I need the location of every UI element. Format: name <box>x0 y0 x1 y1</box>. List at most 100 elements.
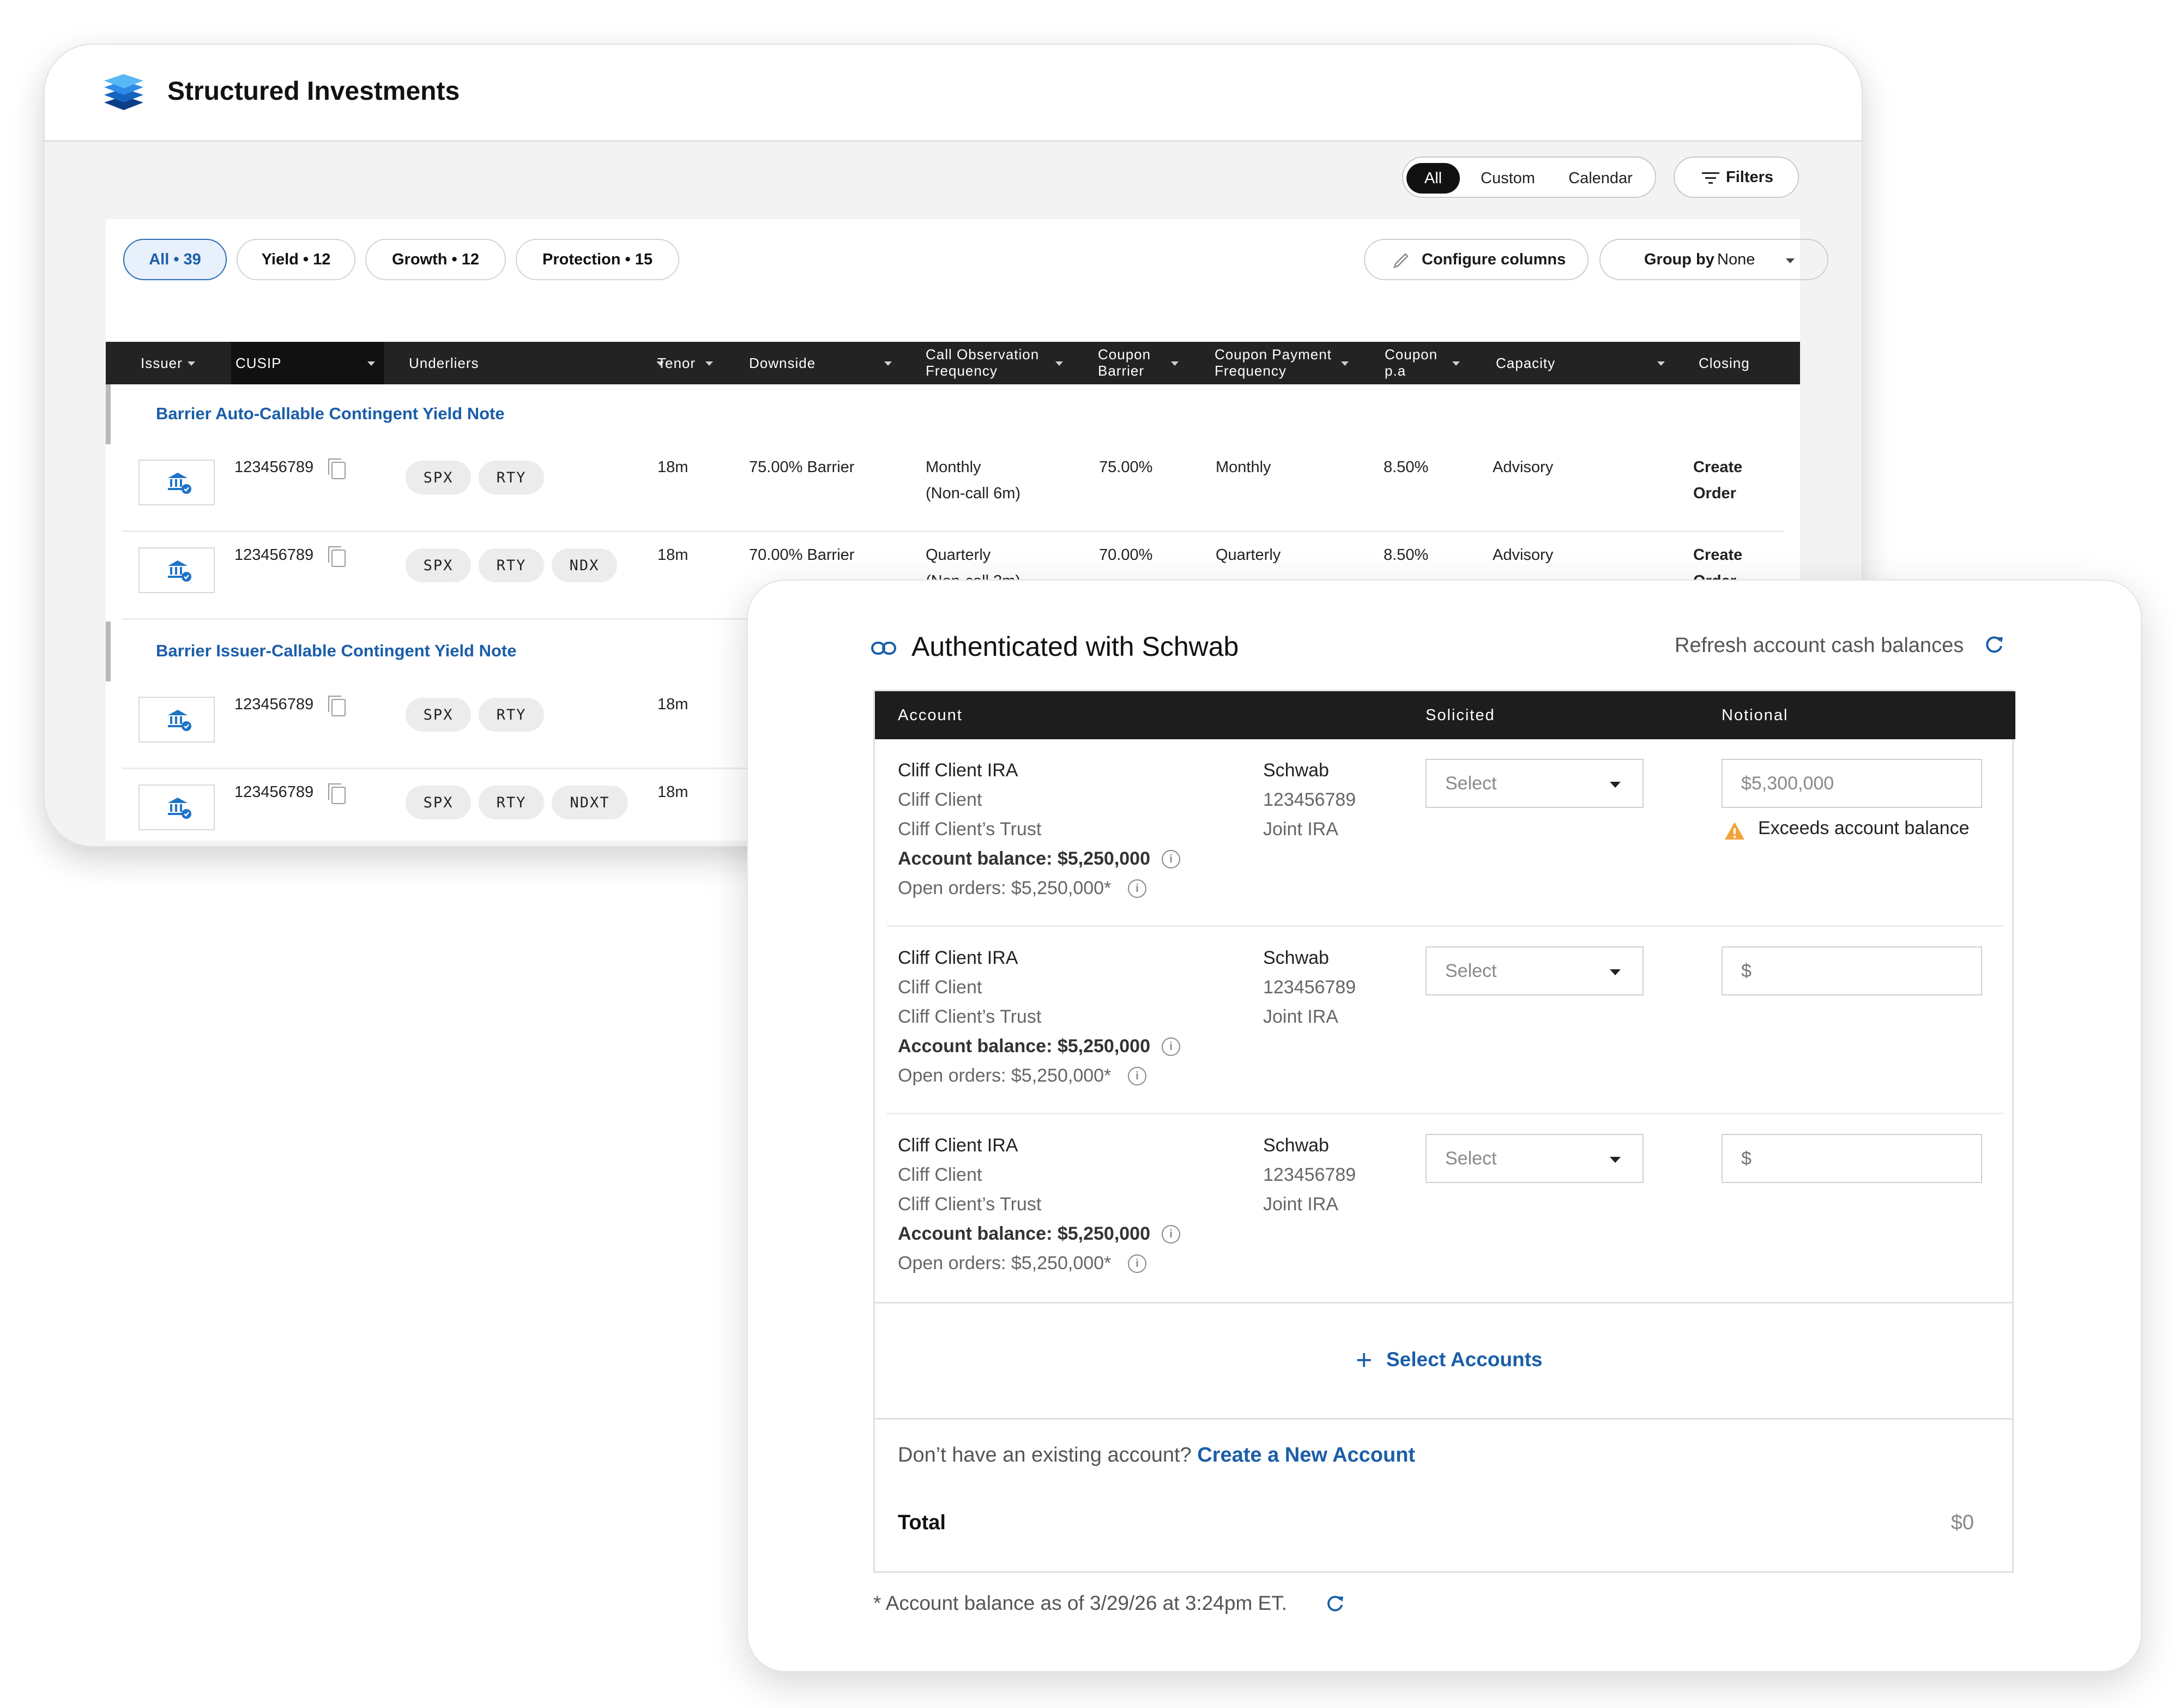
filter-icon <box>1702 172 1719 184</box>
info-icon[interactable]: i <box>1162 850 1180 868</box>
solicited-select[interactable]: Select <box>1426 946 1644 995</box>
underlier-pill: RTY <box>479 548 544 582</box>
sort-caret-icon[interactable] <box>1341 361 1349 366</box>
underlier-pill: RTY <box>479 786 544 819</box>
info-icon[interactable]: i <box>1128 1254 1146 1273</box>
account-number: 123456789 <box>1263 977 1356 998</box>
chip-yield[interactable]: Yield • 12 <box>237 239 355 280</box>
coupon-pa: 8.50% <box>1384 458 1429 476</box>
capacity: Advisory <box>1493 458 1554 476</box>
group-title: Barrier Issuer-Callable Contingent Yield… <box>156 641 517 660</box>
col-underliers[interactable]: Underliers <box>409 355 479 371</box>
custodian: Schwab <box>1263 1135 1329 1156</box>
chevron-down-icon <box>1610 969 1621 975</box>
view-custom-tab[interactable]: Custom <box>1470 163 1546 194</box>
col-downside[interactable]: Downside <box>749 355 816 371</box>
sort-caret-icon[interactable] <box>1171 361 1179 366</box>
info-icon[interactable]: i <box>1128 1067 1146 1085</box>
coupon-barrier: 70.00% <box>1099 546 1153 564</box>
solicited-select[interactable]: Select <box>1426 1134 1644 1183</box>
col-coupon-barrier[interactable]: Coupon Barrier <box>1098 346 1151 379</box>
view-calendar-tab[interactable]: Calendar <box>1557 163 1644 194</box>
account-balance: Account balance: $5,250,000 <box>898 848 1151 869</box>
account-number: 123456789 <box>1263 1164 1356 1185</box>
sort-caret-icon[interactable] <box>367 361 375 366</box>
sort-caret-icon[interactable] <box>188 361 195 366</box>
group-by-dropdown[interactable]: Group by None <box>1599 239 1828 280</box>
col-cusip[interactable]: CUSIP <box>235 355 281 371</box>
info-icon[interactable]: i <box>1128 879 1146 898</box>
select-accounts-button[interactable]: + Select Accounts <box>875 1302 2012 1420</box>
info-icon[interactable]: i <box>1162 1037 1180 1056</box>
call-observation: Monthly (Non-call 6m) <box>926 458 1021 502</box>
notional-input[interactable] <box>1722 1134 1982 1183</box>
col-coupon-pa[interactable]: Coupon p.a <box>1385 346 1438 379</box>
table-row[interactable]: 123456789 SPX RTY 18m 75.00% Barrier Mon… <box>122 444 1785 532</box>
pencil-icon <box>1393 253 1409 268</box>
filters-button[interactable]: Filters <box>1674 156 1799 198</box>
account-name: Cliff Client IRA <box>898 947 1018 968</box>
copy-icon[interactable] <box>328 696 346 716</box>
notional-input[interactable] <box>1722 946 1982 995</box>
chip-all[interactable]: All • 39 <box>123 239 227 280</box>
chip-growth[interactable]: Growth • 12 <box>365 239 506 280</box>
refresh-icon[interactable] <box>1984 635 2004 655</box>
account-trust: Cliff Client’s Trust <box>898 819 1042 840</box>
layers-logo-icon <box>104 74 143 110</box>
col-capacity[interactable]: Capacity <box>1496 355 1555 371</box>
sort-caret-icon[interactable] <box>884 361 892 366</box>
create-new-account-link[interactable]: Create a New Account <box>1197 1444 1415 1466</box>
account-type: Joint IRA <box>1263 819 1338 840</box>
custodian: Schwab <box>1263 947 1329 968</box>
account-number: 123456789 <box>1263 789 1356 810</box>
tenor: 18m <box>657 458 689 476</box>
bank-icon <box>168 473 191 494</box>
col-coupon-payment[interactable]: Coupon Payment Frequency <box>1215 346 1332 379</box>
chip-protection[interactable]: Protection • 15 <box>516 239 679 280</box>
copy-icon[interactable] <box>328 546 346 567</box>
configure-columns-button[interactable]: Configure columns <box>1364 239 1589 280</box>
info-icon[interactable]: i <box>1162 1225 1180 1244</box>
capacity: Advisory <box>1493 546 1554 564</box>
link-icon <box>871 642 896 655</box>
refresh-balances-link[interactable]: Refresh account cash balances <box>1675 634 1964 657</box>
open-orders: Open orders: $5,250,000* <box>898 1253 1112 1274</box>
solicited-select[interactable]: Select <box>1426 759 1644 808</box>
table-header: Issuer CUSIP Underliers Tenor Downside C… <box>106 342 1800 384</box>
view-toggle: All Custom Calendar <box>1402 156 1656 198</box>
col-call-observation[interactable]: Call Observation Frequency <box>926 346 1039 379</box>
group-header[interactable]: Barrier Auto-Callable Contingent Yield N… <box>106 384 1800 444</box>
col-notional: Notional <box>1722 707 1789 724</box>
underlier-pill: SPX <box>406 786 471 819</box>
copy-icon[interactable] <box>328 458 346 479</box>
cusip: 123456789 <box>234 696 314 713</box>
account-trust: Cliff Client’s Trust <box>898 1006 1042 1027</box>
col-solicited: Solicited <box>1426 707 1495 724</box>
copy-icon[interactable] <box>328 783 346 804</box>
coupon-barrier: 75.00% <box>1099 458 1153 476</box>
sort-caret-icon[interactable] <box>1657 361 1665 366</box>
refresh-icon[interactable] <box>1326 1595 1344 1613</box>
sort-caret-icon[interactable] <box>1055 361 1063 366</box>
select-accounts-label: Select Accounts <box>1386 1348 1543 1371</box>
notional-input[interactable] <box>1722 759 1982 808</box>
app-title: Structured Investments <box>167 77 460 106</box>
sort-caret-icon[interactable] <box>705 361 713 366</box>
coupon-payment: Monthly <box>1216 458 1271 476</box>
bank-icon <box>168 710 191 731</box>
view-all-tab[interactable]: All <box>1406 163 1460 194</box>
modal-title: Authenticated with Schwab <box>911 631 1239 662</box>
account-owner: Cliff Client <box>898 1164 982 1185</box>
configure-columns-label: Configure columns <box>1422 251 1566 268</box>
accounts-table-header: Account Solicited Notional <box>875 691 2015 739</box>
sort-caret-icon[interactable] <box>1452 361 1460 366</box>
col-tenor[interactable]: Tenor <box>657 355 696 371</box>
col-issuer[interactable]: Issuer <box>141 355 183 371</box>
schwab-accounts-modal: Authenticated with Schwab Refresh accoun… <box>747 580 2142 1672</box>
col-closing[interactable]: Closing <box>1699 355 1750 371</box>
tenor: 18m <box>657 546 689 564</box>
group-by-value: None <box>1717 251 1755 268</box>
account-type: Joint IRA <box>1263 1194 1338 1215</box>
cusip: 123456789 <box>234 546 314 564</box>
create-order-link[interactable]: CreateOrder <box>1693 454 1742 506</box>
